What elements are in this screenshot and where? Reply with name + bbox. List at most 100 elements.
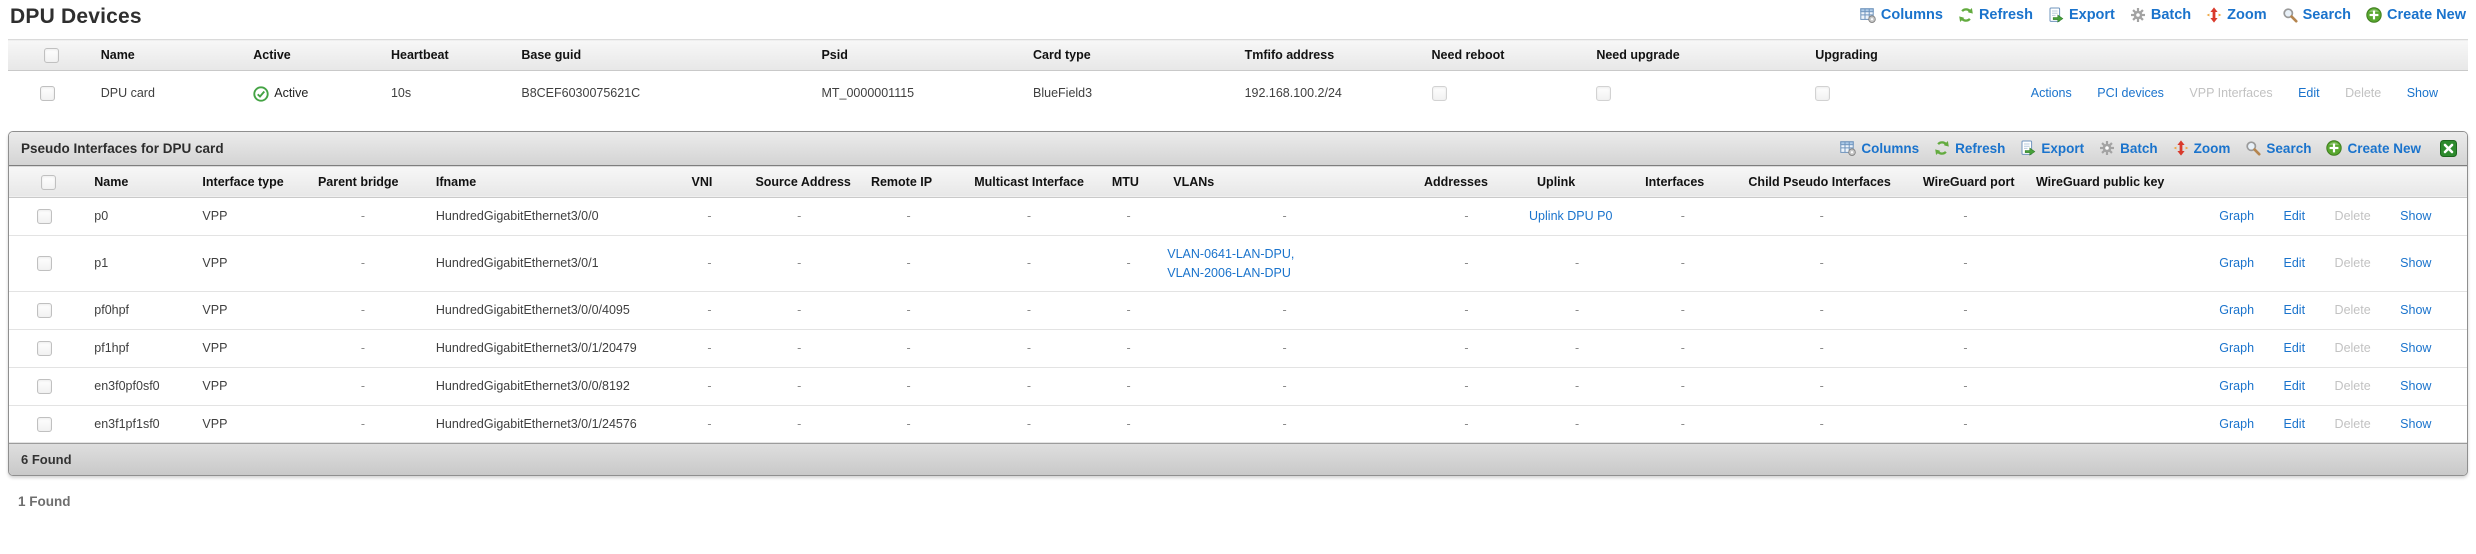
cell-vni: -: [677, 329, 742, 368]
cell-vlans: -: [1159, 291, 1410, 330]
refresh-button[interactable]: Refresh: [1958, 7, 2033, 23]
graph-link[interactable]: Graph: [2219, 209, 2254, 223]
row-checkbox[interactable]: [37, 256, 53, 272]
row-checkbox[interactable]: [37, 303, 53, 319]
cell-vni: -: [677, 235, 742, 293]
row-checkbox[interactable]: [37, 416, 53, 432]
cell-interface-type: VPP: [188, 329, 304, 368]
edit-link[interactable]: Edit: [2284, 303, 2306, 317]
create-new-button[interactable]: Create New: [2326, 140, 2421, 157]
cell-source-address: -: [741, 329, 857, 368]
pseudo-interface-row: pf0hpf VPP - HundredGigabitEthernet3/0/0…: [9, 291, 2467, 330]
export-button[interactable]: Export: [2020, 140, 2084, 156]
close-panel-button[interactable]: [2440, 139, 2457, 157]
panel-footer: 6 Found: [9, 443, 2467, 476]
show-link[interactable]: Show: [2400, 256, 2431, 270]
upgrading-checkbox[interactable]: [1815, 86, 1831, 102]
cell-source-address: -: [741, 235, 857, 293]
actions-link[interactable]: Actions: [2031, 86, 2072, 100]
vlans-empty: -: [1282, 416, 1287, 431]
graph-link[interactable]: Graph: [2219, 303, 2254, 317]
cell-child-pseudo-interfaces: -: [1734, 197, 1909, 236]
edit-link[interactable]: Edit: [2284, 209, 2306, 223]
need-reboot-checkbox[interactable]: [1431, 86, 1447, 102]
need-upgrade-checkbox[interactable]: [1596, 86, 1612, 102]
refresh-icon: [1958, 7, 1974, 23]
device-heartbeat: 10s: [390, 86, 412, 101]
cell-wireguard-public-key: [2021, 235, 2180, 293]
cell-interfaces: -: [1631, 291, 1735, 330]
select-all-checkbox[interactable]: [43, 48, 59, 64]
cell-interfaces: -: [1631, 405, 1735, 444]
show-link[interactable]: Show: [2407, 86, 2438, 100]
edit-link[interactable]: Edit: [2284, 341, 2306, 355]
refresh-button[interactable]: Refresh: [1934, 140, 2005, 157]
cell-uplink: -: [1523, 329, 1632, 368]
cell-ifname: HundredGigabitEthernet3/0/1/20479: [421, 329, 678, 368]
uplink-link[interactable]: Uplink DPU P0: [1529, 207, 1625, 226]
pci-devices-link[interactable]: PCI devices: [2097, 86, 2164, 100]
col-header-wireguard-port: WireGuard port: [1908, 165, 2022, 199]
dpu-devices-table: Name Active Heartbeat Base guid Psid Car…: [8, 38, 2468, 116]
show-link[interactable]: Show: [2400, 417, 2431, 431]
show-link[interactable]: Show: [2400, 379, 2431, 393]
create-new-button[interactable]: Create New: [2366, 7, 2466, 23]
delete-link: Delete: [2345, 86, 2382, 101]
show-link[interactable]: Show: [2400, 341, 2431, 355]
delete-link: Delete: [2334, 416, 2371, 431]
refresh-icon: [1934, 140, 1951, 157]
show-link[interactable]: Show: [2400, 209, 2431, 223]
graph-link[interactable]: Graph: [2219, 379, 2254, 393]
pseudo-interface-row: en3f1pf1sf0 VPP - HundredGigabitEthernet…: [9, 405, 2467, 444]
uplink-empty: -: [1575, 378, 1580, 393]
vlan-link[interactable]: VLAN-2006-LAN-DPU: [1165, 264, 1404, 283]
cell-name: en3f1pf1sf0: [80, 405, 189, 444]
graph-link[interactable]: Graph: [2219, 417, 2254, 431]
zoom-button[interactable]: Zoom: [2173, 140, 2230, 156]
graph-link[interactable]: Graph: [2219, 256, 2254, 270]
export-button[interactable]: Export: [2048, 7, 2115, 23]
cell-child-pseudo-interfaces: -: [1734, 235, 1909, 293]
batch-button[interactable]: Batch: [2099, 140, 2158, 156]
check-circle-icon: [253, 85, 269, 102]
export-icon: [2021, 140, 2036, 156]
row-checkbox[interactable]: [37, 341, 53, 357]
search-button[interactable]: Search: [2282, 7, 2351, 23]
graph-link[interactable]: Graph: [2219, 341, 2254, 355]
show-link[interactable]: Show: [2400, 303, 2431, 317]
zoom-button[interactable]: Zoom: [2206, 7, 2267, 23]
cell-remote-ip: -: [856, 405, 961, 444]
pseudo-interface-row: pf1hpf VPP - HundredGigabitEthernet3/0/1…: [9, 329, 2467, 368]
cell-source-address: -: [741, 405, 857, 444]
batch-button[interactable]: Batch: [2130, 7, 2191, 23]
row-checkbox[interactable]: [37, 378, 53, 394]
cell-uplink: -: [1523, 235, 1632, 293]
uplink-empty: -: [1575, 416, 1580, 431]
search-button[interactable]: Search: [2245, 140, 2311, 156]
row-checkbox[interactable]: [39, 86, 55, 102]
magnifier-icon: [2246, 141, 2261, 156]
edit-link[interactable]: Edit: [2298, 86, 2320, 100]
cell-parent-bridge: -: [303, 291, 422, 330]
cell-vlans: -: [1159, 405, 1410, 444]
select-all-checkbox[interactable]: [41, 175, 57, 191]
vlan-link[interactable]: VLAN-0641-LAN-DPU,: [1165, 245, 1404, 264]
cell-addresses: -: [1409, 291, 1524, 330]
col-header-vni: VNI: [677, 165, 742, 199]
edit-link[interactable]: Edit: [2284, 256, 2306, 270]
vlans-empty: -: [1282, 303, 1287, 318]
edit-link[interactable]: Edit: [2284, 417, 2306, 431]
columns-button[interactable]: Columns: [1840, 140, 1919, 157]
panel-toolbar: Columns Refresh Export Batch Zoom Search: [1840, 139, 2457, 157]
col-header-uplink: Uplink: [1523, 165, 1632, 199]
cell-remote-ip: -: [856, 197, 961, 236]
columns-button[interactable]: Columns: [1860, 7, 1943, 23]
col-header-mtu: MTU: [1097, 165, 1160, 199]
col-header-addresses: Addresses: [1409, 165, 1524, 199]
resize-vertical-icon: [2173, 140, 2189, 156]
row-checkbox[interactable]: [37, 209, 53, 225]
cell-vni: -: [677, 405, 742, 444]
edit-link[interactable]: Edit: [2284, 379, 2306, 393]
cell-wireguard-port: -: [1908, 405, 2022, 444]
cell-parent-bridge: -: [303, 197, 422, 236]
